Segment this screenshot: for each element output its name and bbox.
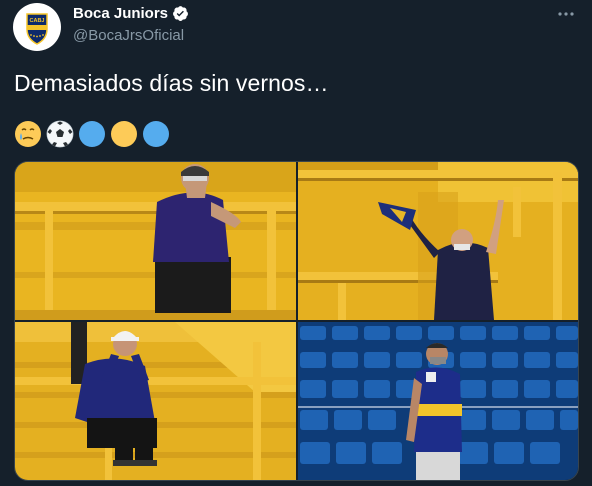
avatar[interactable]: CABJ bbox=[13, 3, 61, 51]
fan-sitting-with-head-in-hands-photo[interactable] bbox=[15, 322, 296, 480]
more-options-icon[interactable] bbox=[554, 4, 578, 24]
media-grid bbox=[14, 161, 579, 481]
display-name[interactable]: Boca Juniors bbox=[73, 5, 168, 22]
boca-crest-icon: CABJ bbox=[16, 6, 58, 48]
tweet-text: Demasiados días sin vernos… bbox=[14, 70, 329, 96]
emoji-row bbox=[14, 120, 170, 148]
face-holding-back-tears-emoji bbox=[15, 121, 41, 147]
blue-circle-emoji bbox=[143, 121, 169, 147]
account-handle[interactable]: @BocaJrsOficial bbox=[73, 27, 184, 44]
account-name-line[interactable]: Boca Juniors bbox=[73, 5, 189, 22]
verified-badge-icon bbox=[173, 6, 188, 21]
yellow-circle-emoji bbox=[111, 121, 137, 147]
crest-text: CABJ bbox=[30, 18, 45, 24]
soccer-ball-emoji bbox=[46, 120, 74, 148]
fan-crying-at-railing-photo[interactable] bbox=[15, 162, 296, 320]
fan-standing-among-empty-seats-photo[interactable] bbox=[298, 322, 578, 480]
tweet: CABJ Boca Juniors @BocaJrsOficial Demasi… bbox=[0, 0, 592, 486]
fan-waving-scarf-photo[interactable] bbox=[298, 162, 578, 320]
blue-circle-emoji bbox=[79, 121, 105, 147]
